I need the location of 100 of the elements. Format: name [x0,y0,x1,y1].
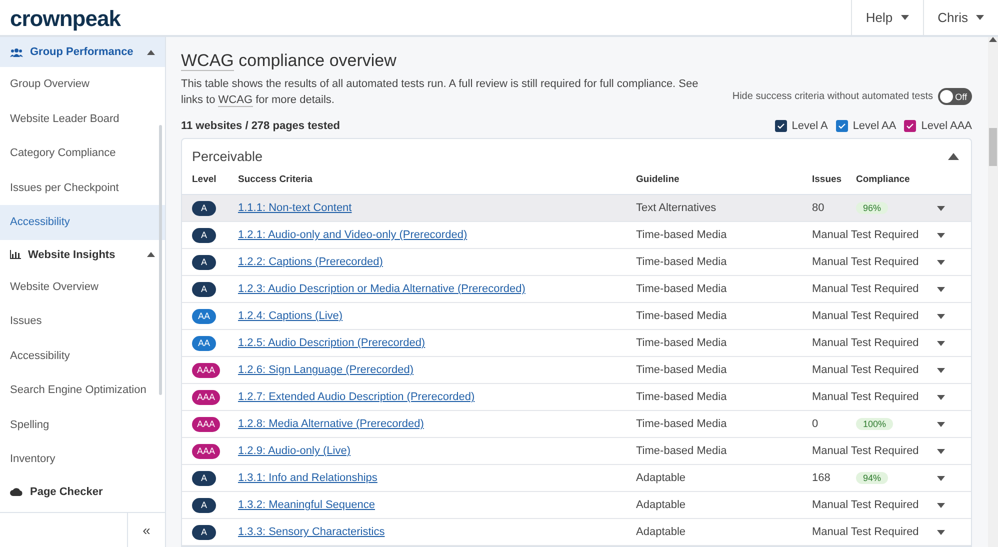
caret-icon [937,530,945,534]
caret-icon [976,15,984,20]
level-badge: AAA [192,416,220,432]
column-header: Success Criteria [238,174,314,184]
issues-cell-text: Manual Test Required [812,283,920,295]
issues-cell-text: 80 [812,202,826,214]
compliance-badge: 96% [856,202,888,214]
sidebar-item[interactable]: Issues [0,304,165,338]
guideline-cell-text: Adaptable [636,499,687,511]
level-filter[interactable]: Level AAA [904,120,972,132]
criteria-link[interactable]: 1.3.2: Meaningful Sequence [238,499,375,511]
caret-icon [937,286,945,292]
sidebar-item[interactable]: Issues per Checkpoint [0,170,165,205]
issues-cell-text: 168 [812,472,832,484]
column-header: Issues [812,174,843,184]
issues-cell-text: Manual Test Required [812,391,920,403]
panel-title: Perceivable [192,149,263,164]
issues-cell-text: 0 [812,418,820,430]
sidebar-item[interactable]: Spelling [0,408,165,442]
criteria-link[interactable]: 1.2.4: Captions (Live) [238,310,343,322]
check-icon [776,123,785,129]
guideline-cell-text: Time-based Media [636,337,728,349]
issues-cell-text: Manual Test Required [812,310,920,322]
criteria-link[interactable]: 1.2.9: Audio-only (Live) [238,445,351,457]
level-badge: A [192,200,216,216]
level-badge: AAA [192,444,220,458]
level-badge: A [192,524,216,540]
collapse-toggle[interactable] [948,153,959,160]
level-badge: A [192,282,216,296]
guideline-cell-text: Time-based Media [636,256,728,268]
caret-icon [147,252,155,257]
sidebar-section[interactable]: Group Performance [0,37,165,67]
description: This table shows the results of all automated tests run. A full review is still required for full compliance. See links to WCAG for more details. [181,77,700,108]
scrollbar-thumb[interactable] [159,125,162,395]
criteria-link[interactable]: 1.2.2: Captions (Prerecorded) [238,256,383,268]
criteria-link[interactable]: 1.2.6: Sign Language (Prerecorded) [238,364,414,376]
criteria-link[interactable]: 1.2.3: Audio Description or Media Alternative (Prerecorded) [238,283,526,295]
scrollbar-thumb[interactable] [989,128,997,166]
sidebar-item[interactable]: Accessibility [0,205,165,240]
chart-icon [10,250,21,259]
sidebar-section[interactable]: Page Checker [0,476,165,506]
issues-cell-text: Manual Test Required [812,364,920,376]
issues-cell-text: Manual Test Required [812,337,920,349]
caret-icon [937,476,945,480]
caret-icon [937,502,945,508]
level-badge: A [192,228,216,242]
guideline-cell-text: Time-based Media [636,445,728,457]
level-badge: A [192,498,216,512]
level-badge: AAA [192,390,220,404]
page-title: WCAG compliance overview [181,51,398,71]
column-header: Level [192,174,218,184]
caret-icon [937,260,945,264]
sidebar-item[interactable]: Inventory [0,442,165,476]
caret-icon [937,314,945,318]
caret-icon [147,50,155,54]
criteria-link[interactable]: 1.3.1: Info and Relationships [238,472,378,484]
checkbox[interactable] [836,120,848,132]
sidebar-section[interactable]: Website Insights [0,240,165,270]
sidebar-item[interactable]: Accessibility [0,338,165,373]
criteria-link[interactable]: 1.2.8: Media Alternative (Prerecorded) [238,418,424,430]
criteria-link[interactable]: 1.2.7: Extended Audio Description (Prerecorded) [238,391,475,403]
criteria-link[interactable]: 1.1.1: Non-text Content [238,202,352,214]
guideline-cell-text: Time-based Media [636,310,728,322]
sidebar-item[interactable]: Group Overview [0,67,165,102]
sidebar-item[interactable]: Website Leader Board [0,102,165,136]
check-icon [838,123,846,129]
compliance-badge: 94% [856,472,888,484]
guideline-cell-text: Adaptable [636,526,687,538]
check-icon [906,123,914,129]
checkbox[interactable] [904,120,916,132]
guideline-cell-text: Adaptable [636,472,687,484]
criteria-link[interactable]: 1.2.5: Audio Description (Prerecorded) [238,337,426,349]
caret-icon [937,206,945,210]
guideline-cell-text: Text Alternatives [636,202,718,214]
level-filter[interactable]: Level A [774,120,828,132]
caret-icon [937,340,945,346]
logo[interactable]: crownpeak [0,0,851,35]
checkbox[interactable] [774,120,787,132]
level-badge: AA [192,336,216,350]
guideline-cell-text: Time-based Media [636,418,728,430]
sidebar-item[interactable]: Website Overview [0,270,165,304]
toggle-switch[interactable]: Off [938,88,972,105]
level-badge: A [192,254,216,270]
cloud-icon [10,487,23,496]
caret-icon [937,422,945,426]
guideline-cell-text: Time-based Media [636,283,728,295]
table-row[interactable]: A 1.1.1: Non-text Content Text Alternatives 80 96% [182,195,971,222]
criteria-link[interactable]: 1.3.3: Sensory Characteristics [238,526,385,538]
sidebar-item[interactable]: Search Engine Optimization [0,373,165,408]
sidebar-item[interactable]: Category Compliance [0,136,165,170]
summary: 11 websites / 278 pages tested [181,120,340,132]
level-badge: AAA [192,362,220,378]
level-filter[interactable]: Level AA [836,120,896,132]
caret-icon [937,368,945,372]
users-icon [10,48,23,56]
guideline-cell-text: Time-based Media [636,364,728,376]
caret-icon [900,15,909,20]
compliance-badge: 100% [856,418,894,430]
criteria-link[interactable]: 1.2.1: Audio-only and Video-only (Prerecorded) [238,229,468,241]
column-header: Compliance [856,174,911,184]
